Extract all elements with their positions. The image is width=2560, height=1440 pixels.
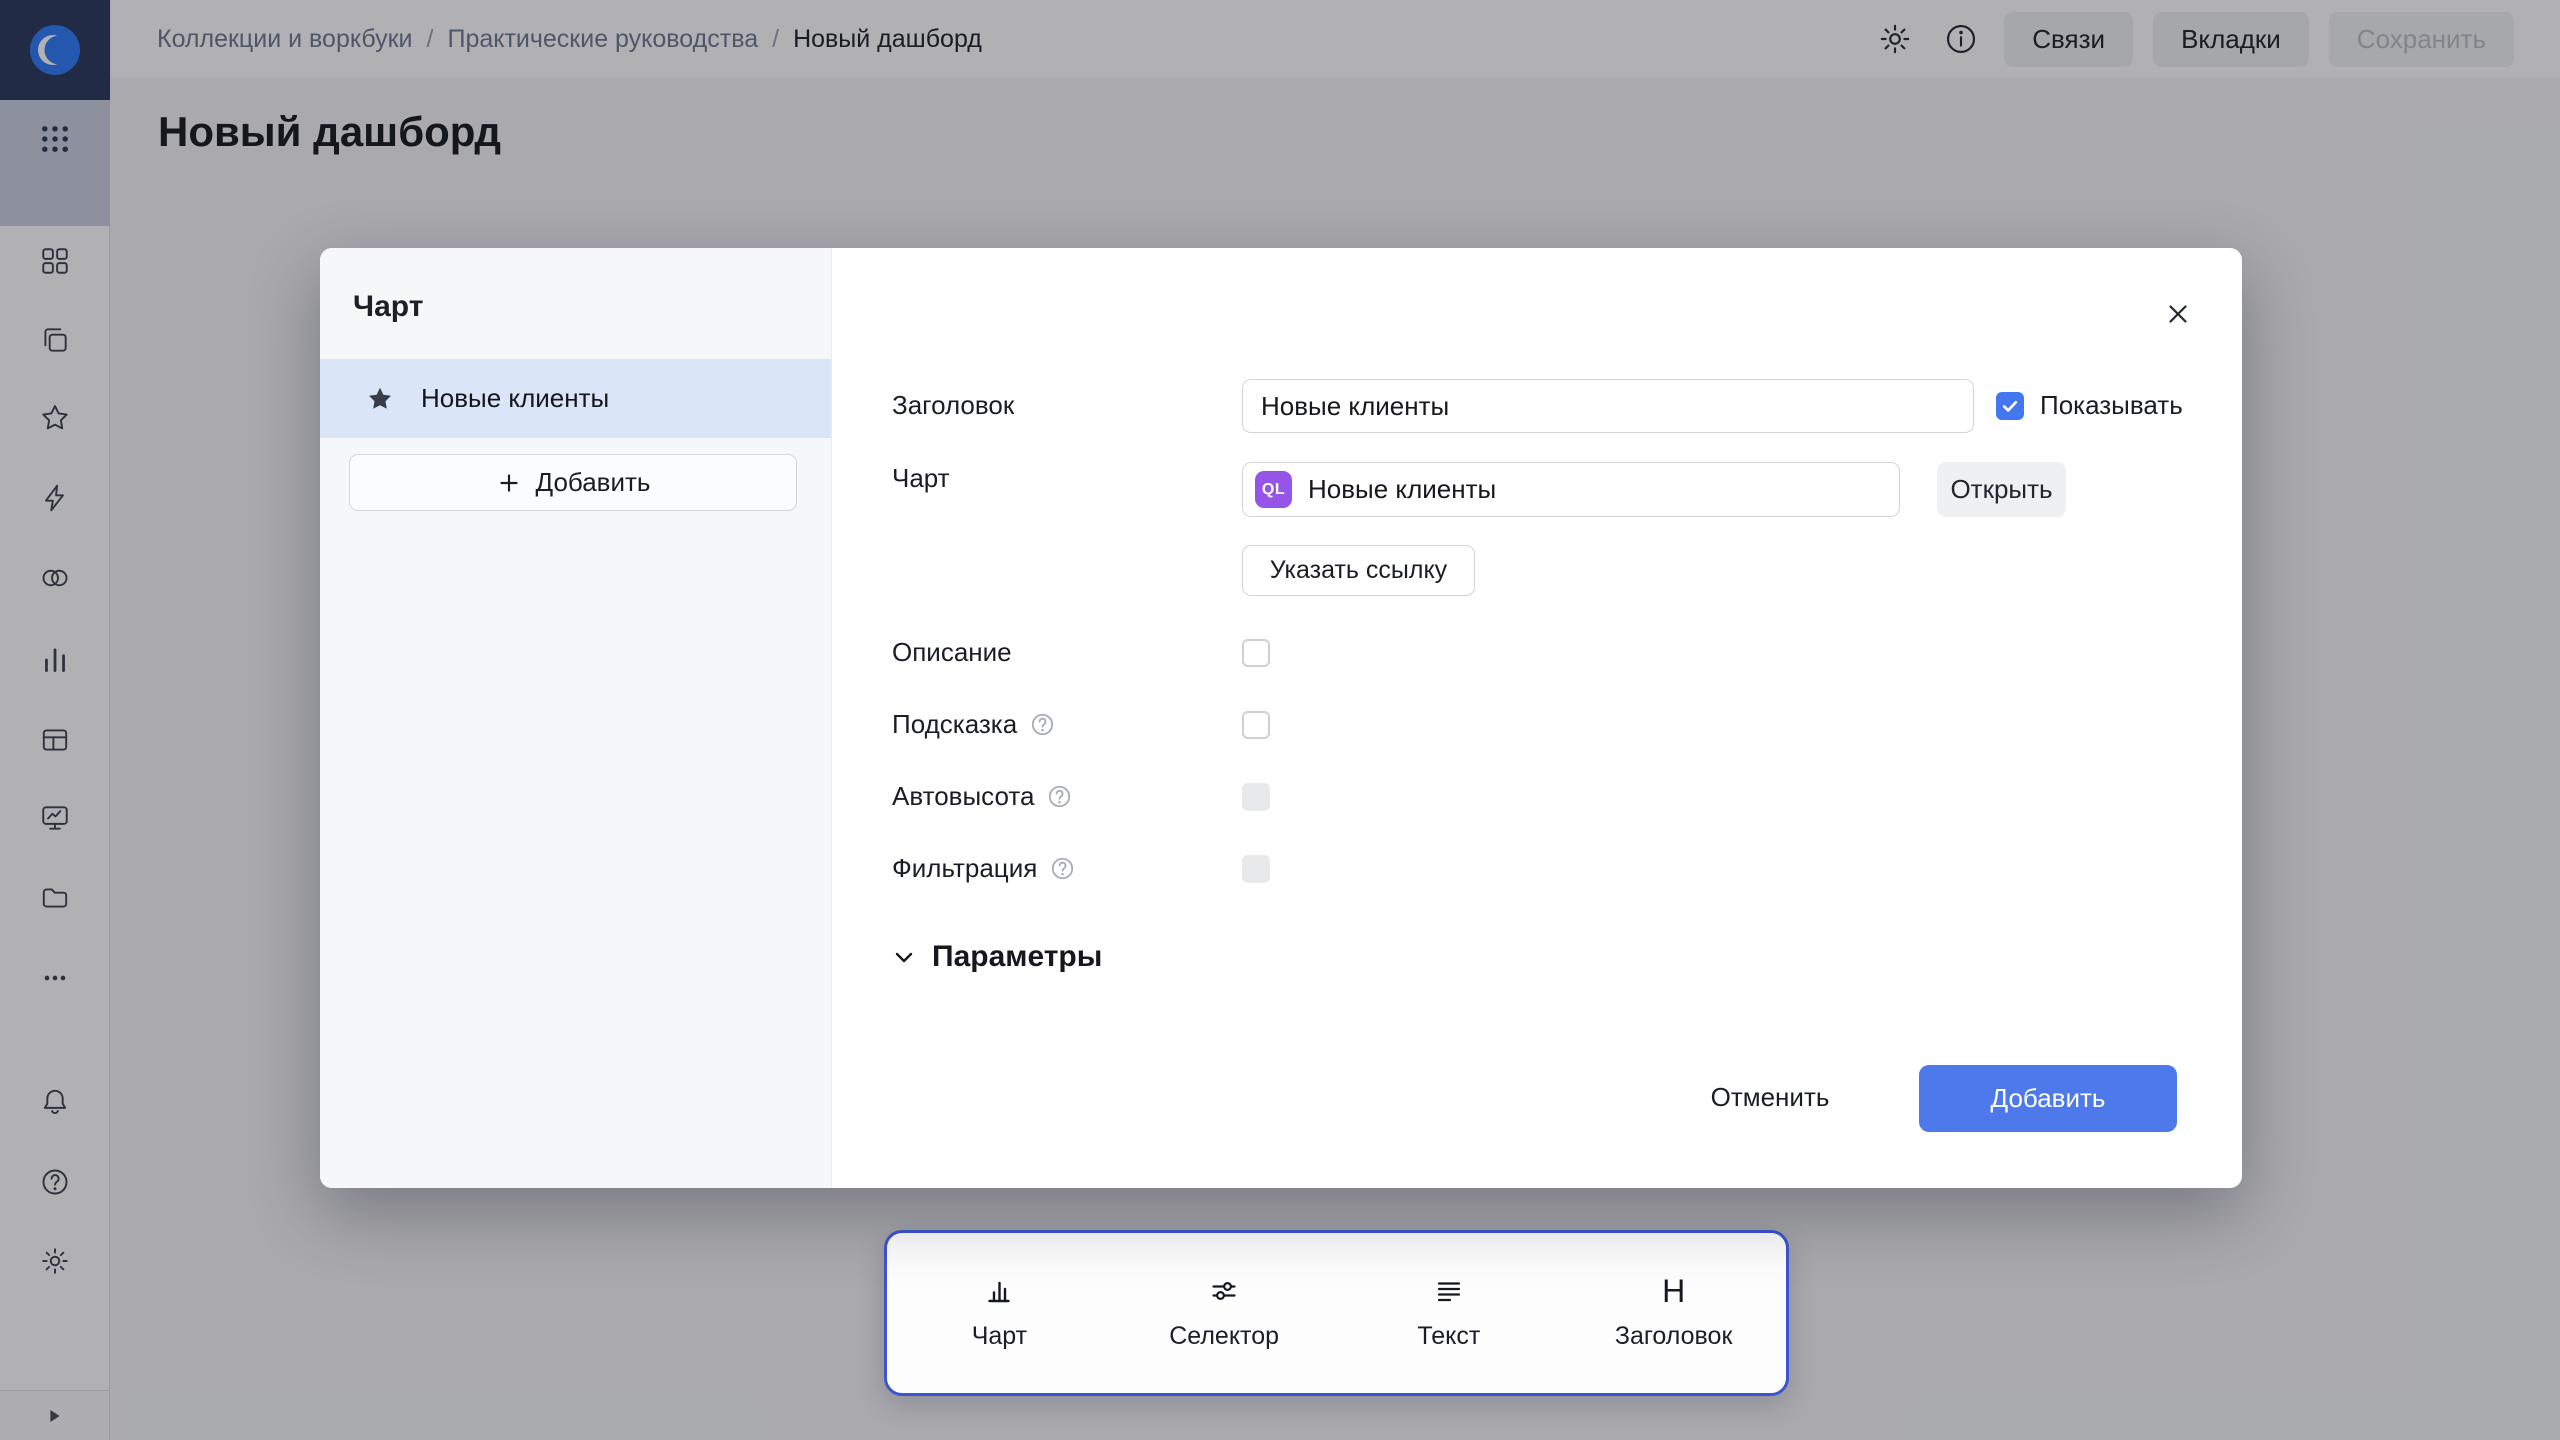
- cancel-button[interactable]: Отменить: [1695, 1069, 1845, 1125]
- add-button[interactable]: Добавить: [1919, 1065, 2177, 1132]
- question-circle-icon: [1049, 855, 1076, 882]
- text-lines-icon: [1433, 1276, 1465, 1306]
- question-circle-icon: [1046, 783, 1073, 810]
- chart-field-label-text: Чарт: [892, 463, 950, 494]
- description-label-text: Описание: [892, 637, 1012, 668]
- filtering-label-text: Фильтрация: [892, 853, 1037, 884]
- question-circle-icon: [1029, 711, 1056, 738]
- autoheight-checkbox: [1242, 783, 1270, 811]
- chart-field-label: Чарт: [892, 463, 950, 494]
- autoheight-help-button[interactable]: [1046, 783, 1073, 810]
- params-section-toggle[interactable]: Параметры: [892, 940, 1102, 974]
- params-section-title: Параметры: [932, 940, 1102, 974]
- tooltip-label: Подсказка: [892, 709, 1056, 740]
- chevron-down-icon: [892, 945, 916, 969]
- filtering-label: Фильтрация: [892, 853, 1076, 884]
- heading-icon: H: [1662, 1276, 1685, 1306]
- bar-chart-icon: [983, 1276, 1015, 1306]
- toolbar-item-text[interactable]: Текст: [1337, 1233, 1562, 1393]
- toolbar-item-label: Текст: [1417, 1322, 1480, 1351]
- plus-icon: [496, 470, 522, 496]
- toolbar-item-heading[interactable]: H Заголовок: [1561, 1233, 1786, 1393]
- toolbar-item-label: Заголовок: [1615, 1322, 1733, 1351]
- chart-select-value: Новые клиенты: [1308, 474, 1496, 505]
- widget-list-item-selected[interactable]: Новые клиенты: [320, 359, 832, 438]
- toolbar-item-label: Селектор: [1169, 1322, 1279, 1351]
- dialog-widget-list-panel: Чарт Новые клиенты Добавить: [320, 248, 832, 1188]
- panel-add-button-label: Добавить: [536, 467, 651, 498]
- dialog-close-button[interactable]: [2156, 292, 2200, 336]
- tooltip-label-text: Подсказка: [892, 709, 1017, 740]
- toolbar-item-chart[interactable]: Чарт: [887, 1233, 1112, 1393]
- description-label: Описание: [892, 637, 1012, 668]
- dialog-panel-title: Чарт: [353, 290, 423, 324]
- star-filled-icon: [365, 384, 395, 414]
- tooltip-help-button[interactable]: [1029, 711, 1056, 738]
- autoheight-label: Автовысота: [892, 781, 1073, 812]
- add-widget-dialog: Чарт Новые клиенты Добавить: [320, 248, 2242, 1188]
- panel-add-button[interactable]: Добавить: [349, 454, 797, 511]
- widget-toolbar: Чарт Селектор Текст H Заголовок: [884, 1230, 1789, 1396]
- widget-list-item-label: Новые клиенты: [421, 383, 609, 414]
- autoheight-label-text: Автовысота: [892, 781, 1034, 812]
- sliders-icon: [1208, 1276, 1240, 1306]
- description-checkbox[interactable]: [1242, 639, 1270, 667]
- title-field-label-text: Заголовок: [892, 390, 1014, 421]
- close-icon: [2163, 299, 2193, 329]
- title-field-label: Заголовок: [892, 390, 1014, 421]
- tooltip-checkbox[interactable]: [1242, 711, 1270, 739]
- ql-badge: QL: [1255, 471, 1292, 508]
- open-chart-button[interactable]: Открыть: [1937, 462, 2066, 517]
- specify-link-button[interactable]: Указать ссылку: [1242, 545, 1475, 596]
- toolbar-item-label: Чарт: [972, 1322, 1027, 1351]
- chart-select-field[interactable]: QL Новые клиенты: [1242, 462, 1900, 517]
- filtering-help-button[interactable]: [1049, 855, 1076, 882]
- show-title-checkbox-label: Показывать: [2040, 390, 2183, 421]
- widget-title-input[interactable]: [1242, 379, 1974, 433]
- toolbar-item-selector[interactable]: Селектор: [1112, 1233, 1337, 1393]
- filtering-checkbox: [1242, 855, 1270, 883]
- show-title-checkbox[interactable]: [1996, 392, 2024, 420]
- check-icon: [2000, 396, 2020, 416]
- show-title-control: Показывать: [1996, 390, 2183, 421]
